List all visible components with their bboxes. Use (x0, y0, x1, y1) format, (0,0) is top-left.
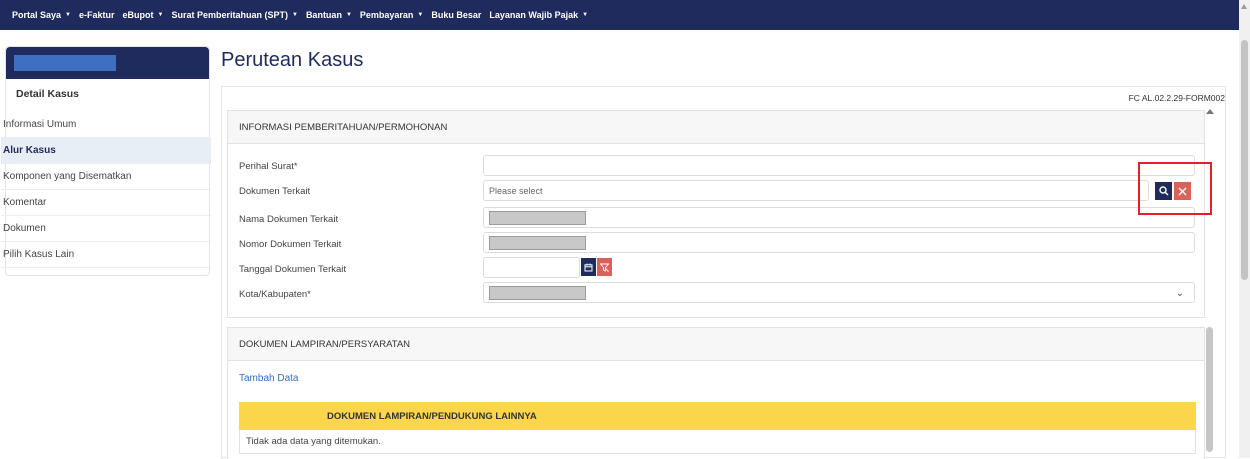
scrollbar-thumb[interactable] (1206, 327, 1213, 452)
dokumen-terkait-label: Dokumen Terkait (239, 186, 311, 197)
calendar-icon (584, 263, 593, 271)
tanggal-dokumen-label: Tanggal Dokumen Terkait (239, 264, 347, 275)
nav-label: Bantuan (305, 10, 342, 20)
nomor-dokumen-field[interactable] (483, 232, 1195, 253)
caret-down-icon: ▼ (65, 12, 71, 18)
kota-label: Kota/Kabupaten* (239, 289, 311, 300)
sidebar-header (6, 47, 209, 79)
section-header: INFORMASI PEMBERITAHUAN/PERMOHONAN (228, 111, 1204, 144)
caret-down-icon: ▼ (582, 12, 589, 18)
sidebar-item-komponen[interactable]: Komponen yang Disematkan (1, 164, 211, 190)
table-header: DOKUMEN LAMPIRAN/PENDUKUNG LAINNYA (239, 402, 1196, 430)
redacted-value (489, 285, 586, 300)
caret-down-icon: ▼ (345, 12, 352, 18)
nav-label: Buku Besar (431, 10, 482, 20)
dokumen-terkait-select[interactable]: Please select (483, 180, 1149, 201)
caret-down-icon: ▼ (291, 12, 298, 18)
nav-label: Layanan Wajib Pajak (489, 10, 579, 20)
nav-buku-besar[interactable]: Buku Besar (431, 10, 481, 20)
scroll-up-arrow-icon[interactable] (1241, 4, 1247, 9)
section-informasi: INFORMASI PEMBERITAHUAN/PERMOHONAN Perih… (227, 110, 1205, 318)
nav-pembayaran[interactable]: Pembayaran ▼ (360, 10, 423, 20)
sidebar-item-pilih-kasus-lain[interactable]: Pilih Kasus Lain (1, 242, 211, 268)
perihal-label: Perihal Surat* (239, 161, 298, 172)
sidebar-item-alur-kasus[interactable]: Alur Kasus (1, 138, 211, 164)
section-dokumen-lampiran: DOKUMEN LAMPIRAN/PERSYARATAN Tambah Data… (227, 327, 1205, 459)
nav-label: Pembayaran (359, 10, 414, 20)
nav-label: e-Faktur (78, 10, 115, 20)
table-empty-row: Tidak ada data yang ditemukan. (239, 430, 1196, 454)
chevron-down-icon: ⌄ (1175, 288, 1184, 299)
nav-label: Surat Pemberitahuan (SPT) (171, 10, 288, 20)
case-sidebar: Detail Kasus Informasi Umum Alur Kasus K… (1, 46, 211, 276)
sidebar-title: Detail Kasus (16, 88, 80, 100)
nav-spt[interactable]: Surat Pemberitahuan (SPT) ▼ (171, 10, 297, 20)
nomor-dokumen-label: Nomor Dokumen Terkait (239, 239, 342, 250)
scrollbar-thumb[interactable] (1241, 40, 1248, 280)
filter-clear-icon (600, 263, 609, 272)
main-panel: FC AL.02.2.29-FORM002 INFORMASI PEMBERIT… (221, 86, 1226, 459)
nav-bantuan[interactable]: Bantuan ▼ (306, 10, 352, 20)
tambah-data-link[interactable]: Tambah Data (239, 373, 298, 384)
scroll-up-arrow-icon[interactable] (1206, 109, 1214, 114)
highlight-annotation (1138, 162, 1212, 215)
redacted-case-id (14, 55, 116, 71)
redacted-value (489, 210, 586, 225)
kota-select[interactable]: ⌄ (483, 282, 1195, 303)
nav-label: Portal Saya (12, 10, 62, 20)
page-scrollbar[interactable] (1239, 0, 1250, 458)
nav-ebupot[interactable]: eBupot ▼ (123, 10, 164, 20)
top-navigation: Portal Saya ▼ e-Faktur eBupot ▼ Surat Pemb… (0, 0, 1239, 30)
section-header: DOKUMEN LAMPIRAN/PERSYARATAN (228, 328, 1204, 361)
sidebar-item-informasi-umum[interactable]: Informasi Umum (1, 112, 211, 138)
sidebar-item-dokumen[interactable]: Dokumen (1, 216, 211, 242)
caret-down-icon: ▼ (417, 12, 424, 18)
perihal-input[interactable] (483, 155, 1195, 176)
calendar-button[interactable] (581, 258, 596, 276)
clear-date-button[interactable] (597, 258, 612, 276)
nama-dokumen-field[interactable] (483, 207, 1195, 228)
sidebar-item-komentar[interactable]: Komentar (1, 190, 211, 216)
nav-label: eBupot (122, 10, 154, 20)
nav-efaktur[interactable]: e-Faktur (79, 10, 115, 20)
tanggal-dokumen-input[interactable] (483, 257, 580, 278)
nav-layanan-wajib-pajak[interactable]: Layanan Wajib Pajak ▼ (489, 10, 588, 20)
page-title: Perutean Kasus (221, 49, 364, 71)
nav-portal-saya[interactable]: Portal Saya ▼ (12, 10, 71, 20)
nama-dokumen-label: Nama Dokumen Terkait (239, 214, 339, 225)
panel-scrollbar[interactable] (1206, 107, 1214, 459)
caret-down-icon: ▼ (157, 12, 164, 18)
redacted-value (489, 235, 586, 250)
form-code: FC AL.02.2.29-FORM002 (1128, 93, 1225, 103)
